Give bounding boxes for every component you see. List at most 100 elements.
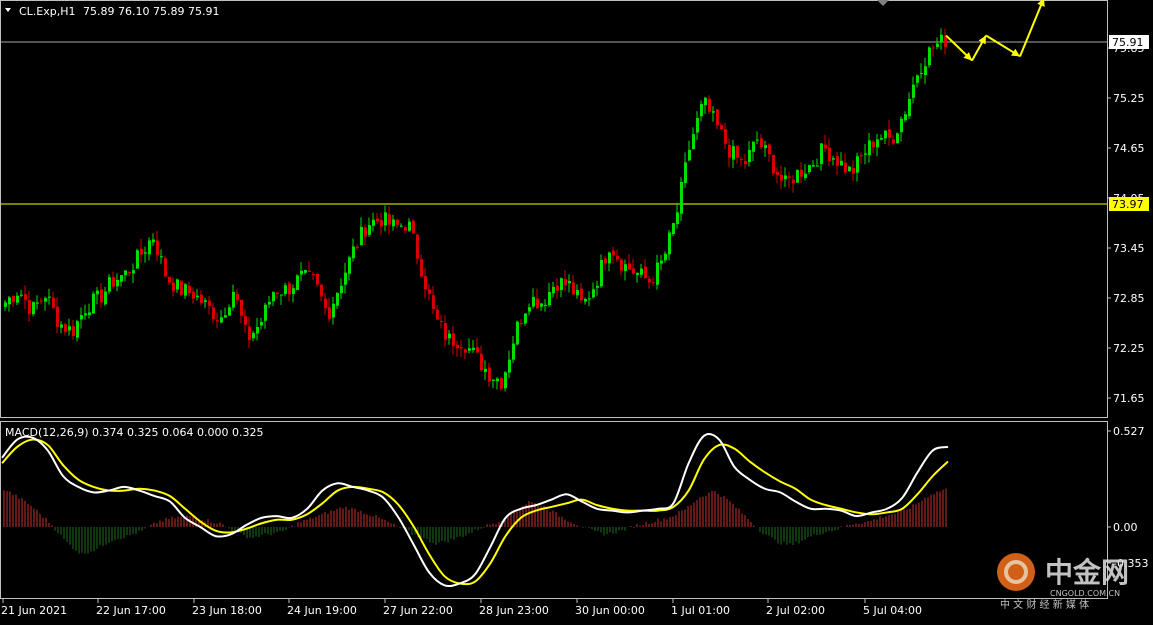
candle-body: [76, 321, 79, 338]
candle-body: [680, 181, 683, 214]
candle: [368, 217, 371, 237]
time-tick: 27 Jun 22:00: [383, 599, 453, 617]
candle-body: [192, 291, 195, 299]
price-axis[interactable]: 75.85 75.25 74.65 74.05 73.45 72.85 72.2…: [1107, 35, 1149, 405]
cngold-logo-icon: [997, 553, 1035, 591]
candle: [816, 158, 819, 167]
candle-body: [568, 281, 571, 284]
candle-body: [480, 353, 483, 371]
candle-body: [216, 320, 219, 322]
macd-indicator-label[interactable]: MACD(12,26,9) 0.374 0.325 0.064 0.000 0.…: [5, 426, 263, 439]
candle-body: [576, 290, 579, 296]
candle: [540, 302, 543, 311]
candle: [120, 275, 123, 287]
candle: [876, 133, 879, 157]
candle: [852, 160, 855, 182]
candle: [372, 212, 375, 232]
scroll-handle-icon[interactable]: [877, 0, 889, 6]
candle-body: [816, 165, 819, 167]
candle-body: [432, 295, 435, 309]
candle-body: [700, 103, 703, 117]
candle-body: [268, 301, 271, 305]
candle-body: [792, 179, 795, 184]
time-axis[interactable]: 21 Jun 2021 22 Jun 17:00 23 Jun 18:00 24…: [1, 599, 922, 617]
candle: [388, 206, 391, 235]
candle-body: [96, 290, 99, 295]
candle-body: [564, 279, 567, 286]
candle-body: [664, 253, 667, 261]
candle-body: [80, 315, 83, 320]
candle-body: [428, 289, 431, 294]
candle-body: [472, 347, 475, 351]
candle: [672, 222, 675, 237]
candle-body: [308, 270, 311, 273]
candle: [132, 263, 135, 284]
candle: [472, 339, 475, 353]
candle: [656, 254, 659, 290]
candle: [188, 281, 191, 297]
candle: [664, 251, 667, 263]
candle-body: [916, 75, 919, 83]
candle: [500, 377, 503, 391]
candle: [320, 283, 323, 302]
mt4-chart-window[interactable]: CL.Exp,H1 75.89 76.10 75.89 75.91 75.85 …: [0, 0, 1153, 621]
candle-body: [944, 36, 947, 47]
candle: [936, 37, 939, 50]
candle-body: [364, 227, 367, 237]
candle: [256, 317, 259, 341]
candle-body: [572, 282, 575, 295]
candle-body: [708, 98, 711, 112]
chart-canvas[interactable]: CL.Exp,H1 75.89 76.10 75.89 75.91 75.85 …: [0, 0, 1153, 621]
candle: [796, 169, 799, 183]
candle: [536, 288, 539, 309]
candle-body: [416, 234, 419, 259]
candle-body: [304, 269, 307, 273]
candle-body: [720, 125, 723, 130]
candle-body: [52, 297, 55, 308]
candle: [216, 312, 219, 329]
candle-body: [620, 259, 623, 271]
candle: [204, 297, 207, 309]
candle-body: [808, 165, 811, 173]
candle-body: [456, 344, 459, 349]
candle: [268, 296, 271, 308]
candle-body: [732, 146, 735, 160]
candle-body: [60, 324, 63, 328]
svg-text:0.527: 0.527: [1113, 425, 1145, 438]
candle-body: [600, 259, 603, 287]
candle: [376, 212, 379, 225]
candle: [68, 318, 71, 336]
candle: [280, 294, 283, 305]
candle: [712, 106, 715, 122]
candle: [620, 257, 623, 276]
candle-body: [88, 312, 91, 316]
candle: [524, 313, 527, 326]
candle: [744, 153, 747, 169]
candle: [912, 76, 915, 104]
candle-body: [800, 169, 803, 177]
candle-body: [860, 155, 863, 157]
symbol-menu-triangle-icon[interactable]: [5, 8, 11, 12]
projection-arrow: [971, 35, 987, 61]
svg-text:22 Jun 17:00: 22 Jun 17:00: [96, 604, 166, 617]
candle-body: [228, 307, 231, 316]
candle-body: [56, 306, 59, 328]
candle-body: [212, 307, 215, 320]
candle-body: [464, 349, 467, 353]
candle: [860, 152, 863, 164]
candle: [776, 167, 779, 184]
candle: [324, 292, 327, 316]
candle: [348, 255, 351, 281]
candle-body: [408, 221, 411, 231]
candle-body: [684, 162, 687, 183]
candle: [512, 335, 515, 364]
candle-body: [272, 292, 275, 302]
candle-body: [736, 145, 739, 158]
candle: [616, 249, 619, 262]
candle: [116, 273, 119, 292]
candle-body: [244, 315, 247, 325]
candle-body: [532, 297, 535, 307]
candle: [452, 325, 455, 355]
candle-body: [204, 300, 207, 302]
candle-body: [516, 321, 519, 345]
